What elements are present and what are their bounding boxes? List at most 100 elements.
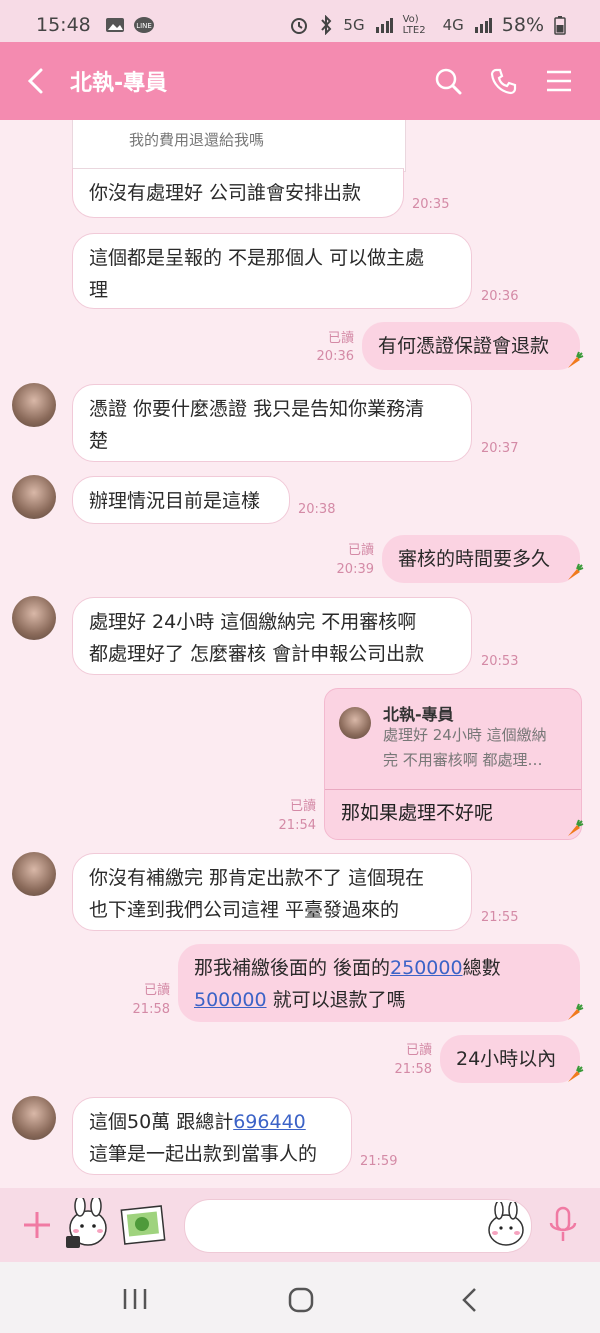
carrot-icon (568, 1065, 584, 1082)
message-time: 20:36 (316, 349, 354, 364)
message-text-line: 楚 (89, 430, 109, 452)
message-text: 那如果處理不好呢 (341, 802, 494, 824)
read-receipt: 已讀 (347, 543, 374, 558)
nav-back-icon[interactable] (460, 1287, 478, 1313)
outgoing-message[interactable]: 審核的時間要多久 (382, 535, 580, 583)
recent-apps-icon[interactable] (122, 1288, 148, 1310)
message-text-line: 這個都是呈報的 不是那個人 可以做主處 (89, 247, 425, 269)
alarm-icon (291, 18, 308, 34)
plus-icon[interactable] (22, 1210, 52, 1240)
message-text-line: 處理好 24小時 這個繳納完 不用審核啊 (89, 611, 417, 633)
message-time: 20:36 (481, 289, 519, 304)
search-icon[interactable] (434, 67, 462, 95)
incoming-message[interactable]: 這個都是呈報的 不是那個人 可以做主處 理 (72, 233, 472, 309)
message-text-line: 都處理好了 怎麼審核 會計申報公司出款 (89, 643, 425, 665)
read-receipt: 已讀 (289, 799, 316, 814)
outgoing-reply-message[interactable]: 北執-專員 處理好 24小時 這個繳納 完 不用審核啊 都處理… 那如果處理不好… (324, 688, 582, 840)
message-text: 你沒有處理好 公司誰會安排出款 (89, 182, 362, 204)
avatar[interactable] (12, 852, 56, 896)
quoted-reply-partial[interactable]: 我的費用退還給我嗎 (72, 120, 406, 172)
message-time: 21:55 (481, 910, 519, 925)
sticker-icon[interactable] (62, 1198, 112, 1252)
message-time: 21:54 (278, 818, 316, 833)
back-icon (27, 68, 43, 94)
mic-icon[interactable] (548, 1206, 578, 1244)
number-link[interactable]: 696440 (233, 1111, 306, 1133)
phone-icon[interactable] (490, 67, 518, 95)
read-receipt: 已讀 (327, 331, 354, 346)
avatar[interactable] (12, 383, 56, 427)
incoming-message[interactable]: 處理好 24小時 這個繳納完 不用審核啊 都處理好了 怎麼審核 會計申報公司出款 (72, 597, 472, 675)
carrot-icon (568, 563, 584, 580)
message-text: 辦理情況目前是這樣 (89, 490, 261, 512)
quote-line: 完 不用審核啊 都處理… (383, 751, 543, 769)
message-text-line: 也下達到我們公司這裡 平臺發過來的 (89, 899, 400, 921)
incoming-message[interactable]: 你沒有處理好 公司誰會安排出款 (72, 168, 404, 218)
avatar[interactable] (12, 596, 56, 640)
emoji-icon[interactable] (484, 1202, 528, 1248)
quote-line: 處理好 24小時 這個繳納 (383, 726, 547, 744)
message-time: 20:53 (481, 654, 519, 669)
message-text: 審核的時間要多久 (398, 548, 551, 570)
read-receipt: 已讀 (405, 1043, 432, 1058)
carrot-icon (568, 819, 584, 836)
message-text: 有何憑證保證會退款 (378, 335, 550, 357)
message-text-part: 這個50萬 跟總計 (89, 1111, 234, 1133)
message-text-line: 理 (89, 279, 109, 301)
back-button[interactable] (26, 67, 54, 95)
message-text-line: 你沒有補繳完 那肯定出款不了 這個現在 (89, 867, 425, 889)
outgoing-message[interactable]: 有何憑證保證會退款 (362, 322, 580, 370)
avatar[interactable] (12, 1096, 56, 1140)
divider (325, 789, 581, 790)
incoming-message[interactable]: 憑證 你要什麼憑證 我只是告知你業務清 楚 (72, 384, 472, 462)
outgoing-message[interactable]: 24小時以內 (440, 1035, 580, 1083)
message-time: 20:39 (336, 562, 374, 577)
message-time: 20:35 (412, 197, 450, 212)
message-text-part: 那我補繳後面的 後面的 (194, 957, 391, 979)
network-4g: 4G (442, 16, 464, 34)
signal-icon-2 (474, 18, 492, 33)
message-text-line: 那我補繳後面的 後面的250000總數 (194, 952, 564, 984)
status-time: 15:48 (36, 14, 91, 36)
incoming-message[interactable]: 辦理情況目前是這樣 (72, 476, 290, 524)
message-time: 21:58 (132, 1002, 170, 1017)
incoming-message[interactable]: 這個50萬 跟總計696440 這筆是一起出款到當事人的 (72, 1097, 352, 1175)
message-text-part: 就可以退款了嗎 (266, 989, 406, 1011)
home-icon[interactable] (288, 1287, 314, 1313)
carrot-icon (568, 1003, 584, 1020)
chat-header: 北執-專員 (0, 42, 600, 120)
gallery-icon (105, 18, 124, 32)
read-receipt: 已讀 (143, 983, 170, 998)
line-app-icon: LINE (133, 17, 154, 33)
carrot-icon (568, 351, 584, 368)
outgoing-message[interactable]: 那我補繳後面的 後面的250000總數 500000 就可以退款了嗎 (178, 944, 580, 1022)
volte-label: Vo) LTE2 (402, 14, 426, 36)
battery-level: 58% (501, 14, 544, 36)
photo-icon[interactable] (120, 1204, 166, 1246)
number-link[interactable]: 250000 (390, 957, 463, 979)
quote-text: 我的費用退還給我嗎 (129, 131, 265, 149)
message-text-line: 這筆是一起出款到當事人的 (89, 1143, 318, 1165)
message-text-part: 總數 (462, 957, 501, 979)
chat-title: 北執-專員 (70, 71, 168, 96)
avatar[interactable] (12, 475, 56, 519)
bluetooth-icon (321, 15, 332, 35)
number-link[interactable]: 500000 (194, 989, 267, 1011)
incoming-message[interactable]: 你沒有補繳完 那肯定出款不了 這個現在 也下達到我們公司這裡 平臺發過來的 (72, 853, 472, 931)
svg-text:LINE: LINE (136, 22, 152, 30)
message-time: 20:38 (298, 502, 336, 517)
message-input[interactable] (184, 1199, 532, 1253)
system-nav-bar (0, 1262, 600, 1333)
message-text: 24小時以內 (456, 1048, 557, 1070)
chat-area[interactable]: 我的費用退還給我嗎 你沒有處理好 公司誰會安排出款 20:35 這個都是呈報的 … (0, 120, 600, 1188)
battery-icon (554, 16, 566, 35)
message-text-line: 憑證 你要什麼憑證 我只是告知你業務清 (89, 398, 425, 420)
quote-avatar (339, 707, 371, 739)
message-time: 21:59 (360, 1154, 398, 1169)
message-time: 20:37 (481, 441, 519, 456)
menu-icon[interactable] (546, 69, 572, 93)
quote-author: 北執-專員 (383, 705, 454, 724)
message-text-line: 500000 就可以退款了嗎 (194, 984, 564, 1016)
network-5g: 5G (343, 16, 365, 34)
signal-icon (375, 18, 393, 33)
